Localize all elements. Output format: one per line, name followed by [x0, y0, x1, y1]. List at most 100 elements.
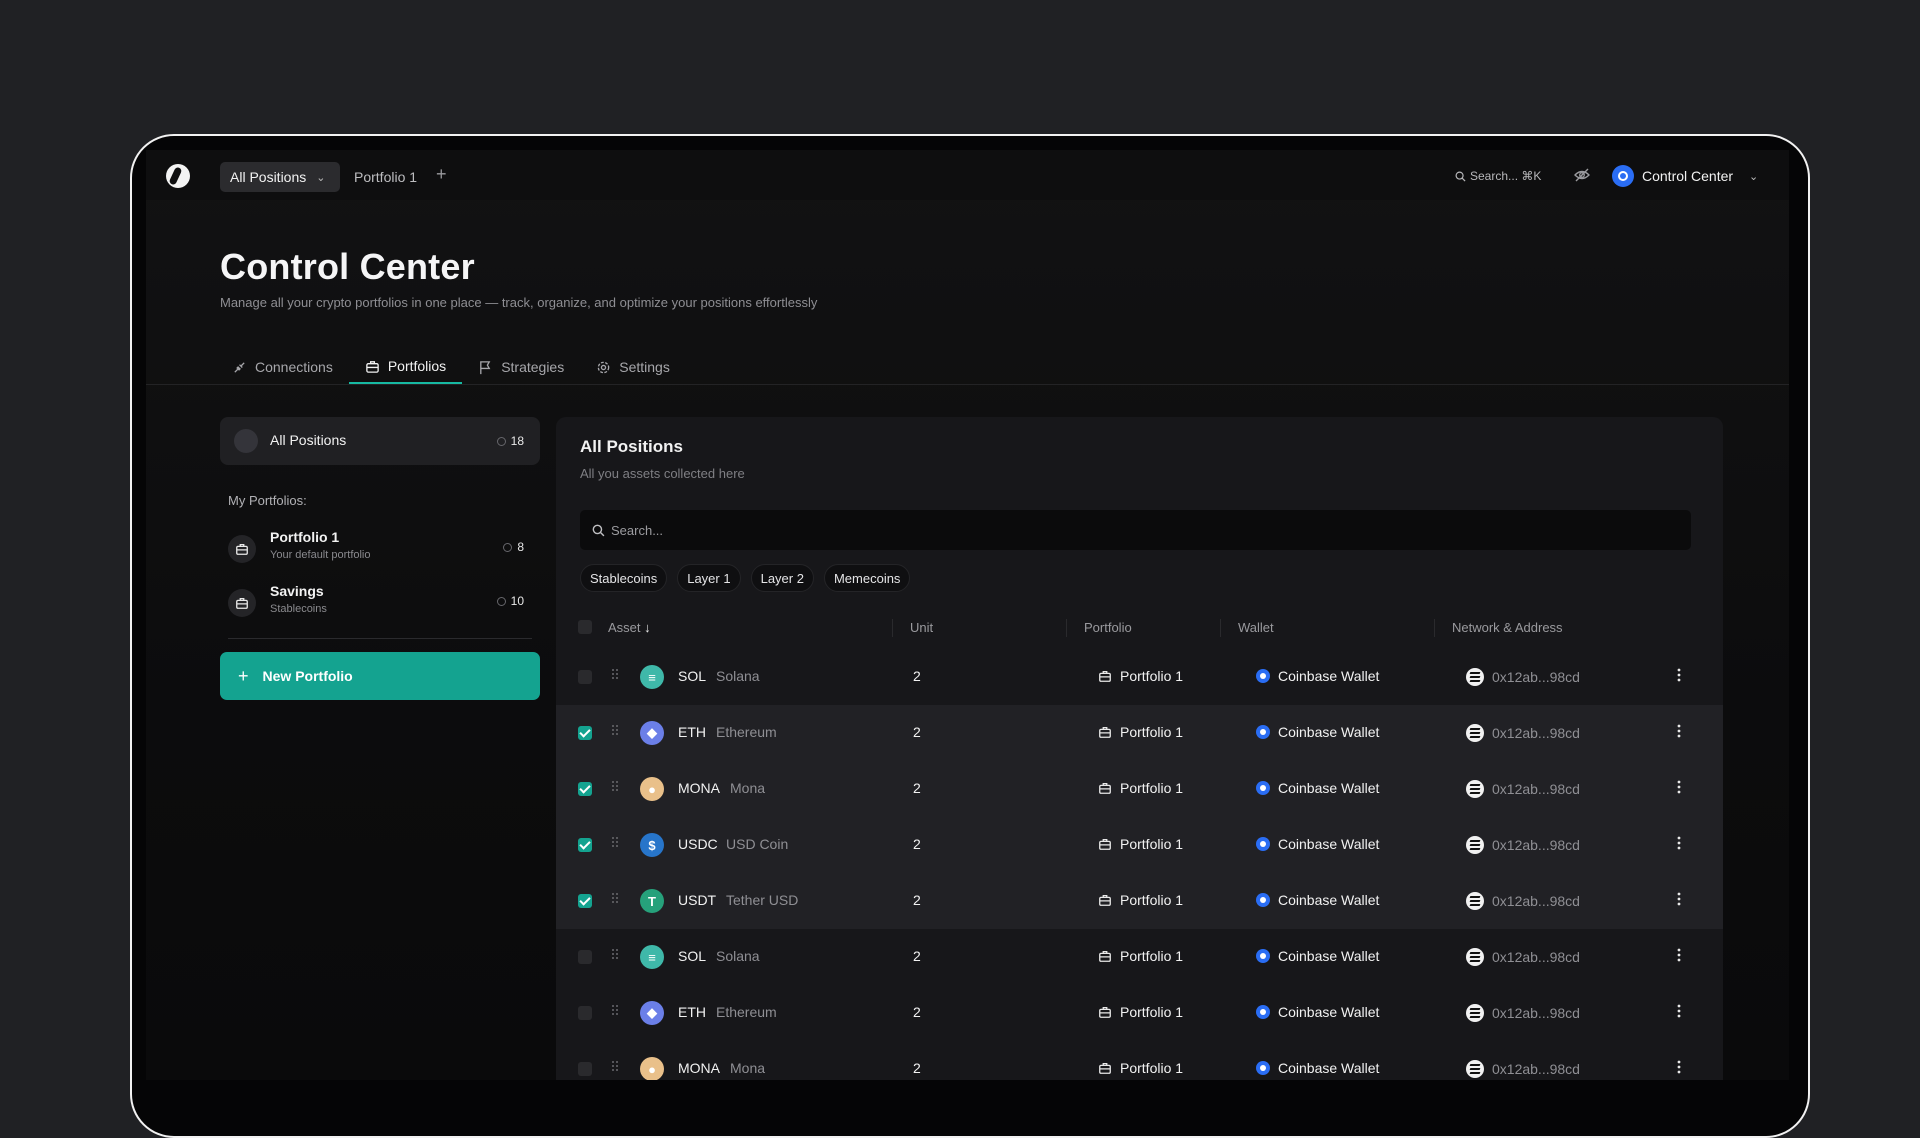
global-search[interactable]: Search... ⌘K	[1455, 169, 1541, 183]
position-count: 8	[503, 540, 524, 554]
asset-address: 0x12ab...98cd	[1492, 893, 1580, 909]
sidebar-item-all-positions[interactable]: All Positions 18	[220, 417, 540, 465]
asset-symbol: ETH	[678, 724, 706, 740]
asset-name: Ethereum	[716, 1004, 777, 1020]
solana-network-icon	[1466, 724, 1484, 742]
tab-connections[interactable]: Connections	[216, 350, 349, 384]
new-portfolio-button[interactable]: + New Portfolio	[220, 652, 540, 700]
app-logo-icon[interactable]	[166, 164, 190, 188]
drag-handle-icon[interactable]	[611, 668, 619, 680]
table-row[interactable]: ◆ ETH Ethereum 2 Portfolio 1 Coinbase Wallet 0…	[556, 985, 1723, 1041]
row-checkbox[interactable]	[578, 1062, 592, 1076]
drag-handle-icon[interactable]	[611, 780, 619, 792]
table-row[interactable]: T USDT Tether USD 2 Portfolio 1 Coinbase Wall…	[556, 873, 1723, 929]
tab-settings[interactable]: Settings	[580, 350, 686, 384]
more-options-icon[interactable]	[1677, 948, 1681, 962]
row-checkbox[interactable]	[578, 782, 592, 796]
sidebar-all-label: All Positions	[270, 432, 347, 448]
asset-portfolio-name: Portfolio 1	[1120, 780, 1184, 796]
more-options-icon[interactable]	[1677, 1004, 1681, 1018]
row-checkbox[interactable]	[578, 1006, 592, 1020]
select-all-checkbox[interactable]	[578, 620, 592, 634]
coinbase-icon	[1256, 725, 1270, 739]
briefcase-icon	[1099, 670, 1111, 682]
drag-handle-icon[interactable]	[611, 892, 619, 904]
more-options-icon[interactable]	[1677, 1060, 1681, 1074]
search-icon	[1455, 171, 1466, 182]
col-asset[interactable]: Asset ↓	[608, 620, 651, 635]
asset-portfolio-name: Portfolio 1	[1120, 892, 1184, 908]
asset-unit: 2	[913, 836, 921, 852]
asset-wallet-name: Coinbase Wallet	[1278, 892, 1380, 908]
more-options-icon[interactable]	[1677, 780, 1681, 794]
asset-wallet: Coinbase Wallet	[1256, 892, 1379, 908]
eth-coin-icon: ◆	[640, 721, 664, 745]
asset-unit: 2	[913, 668, 921, 684]
table-row[interactable]: $ USDC USD Coin 2 Portfolio 1 Coinbase Wallet…	[556, 817, 1723, 873]
asset-symbol: SOL	[678, 948, 707, 964]
tab-all-positions[interactable]: All Positions ⌄	[220, 162, 340, 192]
drag-handle-icon[interactable]	[611, 1060, 619, 1072]
gear-icon	[597, 361, 610, 373]
row-checkbox[interactable]	[578, 950, 592, 964]
col-network-address[interactable]: Network & Address	[1452, 620, 1563, 635]
asset-unit: 2	[913, 780, 921, 796]
briefcase-icon	[1099, 950, 1111, 962]
row-checkbox[interactable]	[578, 670, 592, 684]
asset-portfolio-name: Portfolio 1	[1120, 1060, 1184, 1076]
new-portfolio-label: New Portfolio	[262, 668, 353, 684]
asset-wallet: Coinbase Wallet	[1256, 724, 1379, 740]
position-count-value: 8	[517, 540, 524, 554]
more-options-icon[interactable]	[1677, 724, 1681, 738]
asset-wallet: Coinbase Wallet	[1256, 948, 1379, 964]
chip-layer-1[interactable]: Layer 1	[677, 564, 741, 592]
chip-layer-2[interactable]: Layer 2	[750, 564, 814, 592]
chip-stablecoins[interactable]: Stablecoins	[580, 564, 668, 592]
account-switcher[interactable]: Control Center ⌄	[1612, 165, 1758, 187]
drag-handle-icon[interactable]	[611, 836, 619, 848]
tab-strategies[interactable]: Strategies	[462, 350, 580, 384]
asset-symbol: USDT	[678, 892, 717, 908]
chevron-down-icon: ⌄	[1749, 170, 1759, 183]
asset-network-address: 0x12ab...98cd	[1466, 836, 1580, 854]
asset-network-address: 0x12ab...98cd	[1466, 1060, 1580, 1078]
table-row[interactable]: ≡ SOL Solana 2 Portfolio 1 Coinbase Wallet 0x1…	[556, 929, 1723, 985]
more-options-icon[interactable]	[1677, 836, 1681, 850]
more-options-icon[interactable]	[1677, 668, 1681, 682]
asset-unit: 2	[913, 724, 921, 740]
asset-portfolio: Portfolio 1	[1098, 892, 1183, 908]
drag-handle-icon[interactable]	[611, 1004, 619, 1016]
tab-portfolios[interactable]: Portfolios	[348, 350, 463, 384]
table-row[interactable]: ◆ ETH Ethereum 2 Portfolio 1 Coinbase Wallet 0…	[556, 705, 1723, 761]
drag-handle-icon[interactable]	[611, 948, 619, 960]
asset-unit: 2	[913, 892, 921, 908]
panel-title: All Positions	[580, 437, 683, 456]
hide-balance-icon[interactable]	[1573, 167, 1591, 183]
chip-memecoins[interactable]: Memecoins	[823, 564, 911, 592]
row-checkbox[interactable]	[578, 838, 592, 852]
row-checkbox[interactable]	[578, 894, 592, 908]
table-row[interactable]: ● MONA Mona 2 Portfolio 1 Coinbase Wallet 0x12…	[556, 761, 1723, 817]
tab-portfolio-1[interactable]: Portfolio 1	[354, 169, 417, 185]
drag-handle-icon[interactable]	[611, 724, 619, 736]
table-row[interactable]: ≡ SOL Solana 2 Portfolio 1 Coinbase Wallet 0x1…	[556, 649, 1723, 705]
add-tab-button[interactable]: +	[436, 164, 447, 185]
col-portfolio[interactable]: Portfolio	[1084, 620, 1132, 635]
sort-down-icon: ↓	[644, 620, 651, 635]
asset-wallet: Coinbase Wallet	[1256, 668, 1379, 684]
sidebar-item-portfolio-1[interactable]: Portfolio 1 Your default portfolio 8	[220, 525, 540, 571]
col-wallet[interactable]: Wallet	[1238, 620, 1274, 635]
row-checkbox[interactable]	[578, 726, 592, 740]
asset-address: 0x12ab...98cd	[1492, 837, 1580, 853]
top-bar: All Positions ⌄ Portfolio 1 + Search... …	[146, 150, 1789, 200]
plus-icon: +	[238, 665, 249, 686]
sidebar-item-savings[interactable]: Savings Stablecoins 10	[220, 579, 540, 625]
briefcase-icon	[228, 535, 256, 563]
more-options-icon[interactable]	[1677, 892, 1681, 906]
positions-search-input[interactable]: Search...	[580, 510, 1691, 550]
asset-address: 0x12ab...98cd	[1492, 949, 1580, 965]
solana-network-icon	[1466, 836, 1484, 854]
asset-portfolio: Portfolio 1	[1098, 948, 1183, 964]
col-unit[interactable]: Unit	[910, 620, 933, 635]
table-row[interactable]: ● MONA Mona 2 Portfolio 1 Coinbase Wallet 0x12…	[556, 1041, 1723, 1080]
